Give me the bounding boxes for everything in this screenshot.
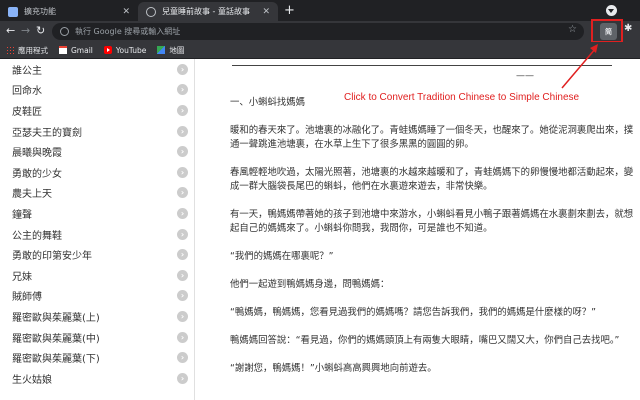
tab-stories[interactable]: 兒童睡前故事 - 童話故事 ✕: [138, 2, 278, 21]
chevron-right-icon: ›: [177, 125, 188, 137]
chevron-right-icon: ›: [177, 84, 188, 96]
bookmark-label: YouTube: [115, 45, 147, 55]
new-tab-button[interactable]: +: [284, 3, 295, 18]
globe-icon: [146, 6, 156, 17]
sidebar-item-label: 兄妹: [12, 271, 32, 283]
story-paragraph: 暖和的春天來了。池塘裏的冰融化了。青蛙媽媽睡了一個冬天，也醒來了。她從泥洞裏爬出…: [230, 125, 634, 150]
section-dash: ——: [516, 71, 534, 81]
sidebar-item[interactable]: 兄妹 ›: [0, 265, 194, 286]
story-paragraph: 他們一起遊到鴨媽媽身邊，問鴨媽媽：: [230, 279, 390, 290]
close-icon[interactable]: ✕: [262, 7, 270, 17]
story-paragraph: “鴨媽媽，鴨媽媽，您看見過我們的媽媽嗎？請您告訴我們，我們的媽媽是什麼樣的呀？”: [230, 307, 596, 318]
chevron-right-icon: ›: [177, 269, 188, 281]
sidebar-item-label: 回命水: [12, 86, 42, 98]
sidebar-item[interactable]: 回命水 ›: [0, 80, 194, 101]
apps-icon: [6, 46, 14, 54]
tab-search-icon[interactable]: [606, 5, 617, 16]
extension-highlight-box: [591, 19, 623, 43]
gmail-icon: [59, 46, 67, 54]
content-divider: [232, 65, 612, 66]
reload-icon[interactable]: ↻: [36, 24, 45, 38]
story-article: 一、小蝌蚪找媽媽 暖和的春天來了。池塘裏的冰融化了。青蛙媽媽睡了一個冬天，也醒來…: [230, 96, 638, 390]
sidebar-item[interactable]: 誰公主 ›: [0, 59, 194, 80]
sidebar-item[interactable]: 公主的舞鞋 ›: [0, 224, 194, 245]
close-icon[interactable]: ✕: [122, 7, 130, 17]
sidebar-item[interactable]: 羅密歐與茱麗葉(下) ›: [0, 347, 194, 368]
sidebar-item[interactable]: 鐘聲 ›: [0, 203, 194, 224]
bookmark-youtube[interactable]: YouTube: [103, 45, 147, 55]
chevron-right-icon: ›: [177, 207, 188, 219]
tab-label: 兒童睡前故事 - 童話故事: [162, 7, 250, 16]
sidebar-item-label: 羅密歐與茱麗葉(上): [12, 312, 100, 324]
chevron-right-icon: ›: [177, 372, 188, 384]
sidebar-item[interactable]: 亞瑟夫王的寶劍 ›: [0, 121, 194, 142]
sidebar-item[interactable]: 勇敢的印第安少年 ›: [0, 244, 194, 265]
sidebar-item-label: 羅密歐與茱麗葉(下): [12, 354, 100, 366]
sidebar-item[interactable]: 賊師傅 ›: [0, 286, 194, 307]
story-paragraph: 春風輕輕地吹過，太陽光照著，池塘裏的水越來越暖和了，青蛙媽媽下的卵慢慢地都活動起…: [230, 167, 634, 192]
sidebar-item[interactable]: 羅密歐與茱麗葉(上) ›: [0, 306, 194, 327]
omnibox-placeholder: 執行 Google 搜尋或輸入網址: [75, 27, 181, 36]
bookmark-label: Gmail: [71, 45, 93, 55]
sidebar-item-label: 羅密歐與茱麗葉(中): [12, 333, 100, 345]
sidebar-item[interactable]: 晨曦與晚霞 ›: [0, 141, 194, 162]
sidebar-item-label: 生火姑娘: [12, 374, 52, 386]
story-paragraph: “謝謝您，鴨媽媽！”小蝌蚪高高興興地向前遊去。: [230, 363, 437, 374]
sidebar-item[interactable]: 農夫上天 ›: [0, 183, 194, 204]
sidebar-item-label: 誰公主: [12, 65, 42, 77]
sidebar-item-label: 皮鞋匠: [12, 106, 42, 118]
sidebar-item[interactable]: 羅密歐與茱麗葉(中) ›: [0, 327, 194, 348]
sidebar-item[interactable]: 勇敢的少女 ›: [0, 162, 194, 183]
tab-label: 擴充功能: [24, 7, 56, 16]
bookmarks-bar: 應用程式 Gmail YouTube 地圖: [0, 42, 640, 59]
sidebar-item-label: 公主的舞鞋: [12, 230, 62, 242]
chevron-right-icon: ›: [177, 290, 188, 302]
chevron-right-icon: ›: [177, 63, 188, 75]
story-sidebar: 誰公主 › 回命水 › 皮鞋匠 › 亞瑟夫王的寶劍 › 晨曦與晚霞 › 勇敢的少女 › 農夫…: [0, 59, 195, 400]
chevron-right-icon: ›: [177, 104, 188, 116]
sidebar-item-label: 農夫上天: [12, 189, 52, 201]
chevron-right-icon: ›: [177, 166, 188, 178]
story-paragraph: 鴨媽媽回答說：“看見過，你們的媽媽頭頂上有兩隻大眼睛，嘴巴又闊又大，你們自己去找…: [230, 335, 620, 346]
sidebar-item-label: 賊師傅: [12, 292, 42, 304]
back-icon[interactable]: ←: [6, 24, 15, 38]
sidebar-item-label: 亞瑟夫王的寶劍: [12, 127, 82, 139]
google-icon: [60, 27, 69, 36]
sidebar-item-label: 勇敢的印第安少年: [12, 251, 92, 263]
annotation-text: Click to Convert Tradition Chinese to Si…: [344, 92, 580, 103]
address-bar[interactable]: 執行 Google 搜尋或輸入網址: [52, 23, 584, 40]
sidebar-item-label: 晨曦與晚霞: [12, 148, 62, 160]
bookmark-label: 應用程式: [18, 45, 48, 55]
bookmark-gmail[interactable]: Gmail: [59, 46, 93, 55]
youtube-icon: [103, 46, 112, 54]
chevron-right-icon: ›: [177, 187, 188, 199]
toolbar: ← → ↻ 執行 Google 搜尋或輸入網址: [0, 21, 640, 42]
story-paragraph: 有一天，鴨媽媽帶著她的孩子到池塘中來游水，小蝌蚪看見小鴨子跟著媽媽在水裏劃來劃去…: [230, 209, 634, 234]
puzzle-icon: [8, 6, 18, 17]
chevron-right-icon: ›: [177, 249, 188, 261]
sidebar-item-label: 勇敢的少女: [12, 168, 62, 180]
bookmark-star-icon[interactable]: ☆: [568, 24, 577, 35]
chevron-right-icon: ›: [177, 146, 188, 158]
extensions-puzzle-icon[interactable]: ✱: [624, 23, 632, 34]
chevron-right-icon: ›: [177, 310, 188, 322]
chevron-right-icon: ›: [177, 331, 188, 343]
story-paragraph: “我們的媽媽在哪裏呢？”: [230, 251, 334, 262]
tab-extensions[interactable]: 擴充功能 ✕: [0, 2, 138, 21]
tab-strip: 擴充功能 ✕ 兒童睡前故事 - 童話故事 ✕ +: [0, 0, 640, 21]
sidebar-item-label: 鐘聲: [12, 209, 32, 221]
bookmark-maps[interactable]: 地圖: [157, 45, 184, 56]
chevron-right-icon: ›: [177, 352, 188, 364]
maps-icon: [157, 46, 166, 54]
bookmark-label: 地圖: [169, 45, 185, 55]
sidebar-item[interactable]: 生火姑娘 ›: [0, 368, 194, 389]
chevron-right-icon: ›: [177, 228, 188, 240]
bookmark-apps[interactable]: 應用程式: [6, 45, 48, 56]
sidebar-item[interactable]: 皮鞋匠 ›: [0, 100, 194, 121]
forward-icon[interactable]: →: [21, 24, 30, 38]
